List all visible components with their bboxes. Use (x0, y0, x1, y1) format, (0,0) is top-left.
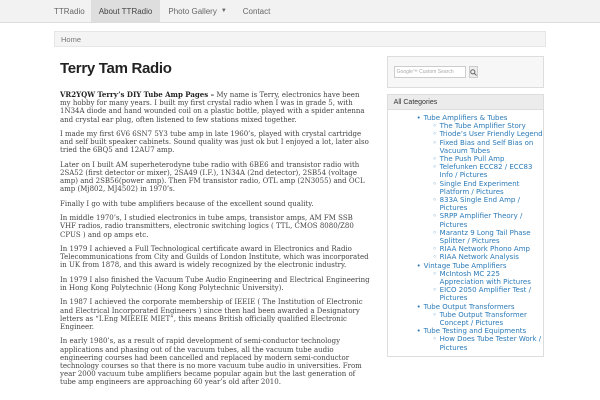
intro-bold: VR2YQW Terry’s DIY Tube Amp Pages – (60, 90, 215, 99)
paragraph: In 1979 I achieved a Full Technological … (60, 244, 369, 270)
subcategory-item[interactable]: RIAA Network Phono Amp (388, 245, 543, 253)
breadcrumb-home[interactable]: Home (61, 35, 81, 44)
top-navbar: TTRadio About TTRadio Photo Gallery ▼ Con… (0, 0, 600, 23)
categories-widget: All Categories Tube Amplifiers & Tubes T… (386, 94, 544, 357)
nav-contact[interactable]: Contact (235, 0, 279, 22)
paragraph: In 1987 I achieved the corporate members… (60, 298, 363, 331)
paragraph: I made my first 6V6 6SN7 5Y3 tube amp in… (60, 130, 369, 155)
search-icon (469, 68, 477, 76)
subcategory-item[interactable]: Marantz 9 Long Tail Phase Splitter / Pic… (388, 229, 543, 245)
paragraph: In 1979 I also finished the Vacuum Tube … (60, 275, 370, 292)
paragraph: In middle 1970’s, I studied electronics … (60, 214, 354, 239)
subcategory-item[interactable]: The Tube Amplifier Story (388, 122, 543, 130)
search-button[interactable] (468, 66, 478, 78)
paragraph: Later on I built AM superheterodyne tube… (60, 160, 365, 194)
nav-about[interactable]: About TTRadio (90, 0, 161, 22)
subcategory-item[interactable]: How Does Tube Tester Work / Pictures (388, 335, 543, 351)
subcategory-item[interactable]: RIAA Network Analysis (388, 253, 543, 261)
paragraph: Finally I go with tube amplifiers becaus… (60, 199, 314, 208)
subcategory-item[interactable]: McIntosh MC 225 Appreciation with Pictur… (388, 270, 543, 286)
subcategory-item[interactable]: Telefunken ECC82 / ECC83 Info / Pictures (388, 163, 543, 179)
categories-title: All Categories (387, 95, 543, 110)
paragraph: In early 1980’s, as a result of rapid de… (60, 337, 362, 387)
nav-photo-gallery-label: Photo Gallery (168, 6, 217, 16)
subcategory-item[interactable]: The Push Pull Amp (388, 155, 543, 163)
category-item[interactable]: Tube Output Transformers (388, 303, 543, 311)
intro-paragraph: VR2YQW Terry’s DIY Tube Amp Pages – My n… (60, 90, 371, 124)
search-widget: Google™ Custom Search (386, 56, 544, 88)
site-brand[interactable]: TTRadio (0, 0, 91, 22)
category-item[interactable]: Tube Amplifiers & Tubes (388, 114, 543, 122)
nav-contact-label: Contact (242, 6, 271, 16)
nav-about-label: About TTRadio (98, 6, 153, 16)
subcategory-item[interactable]: Single End Experiment Platform / Picture… (388, 180, 543, 196)
subcategory-item[interactable]: Triode’s User Friendly Legend (388, 130, 543, 138)
page-title: Terry Tam Radio (60, 60, 172, 77)
subcategory-item[interactable]: 833A Single End Amp / Pictures (388, 196, 543, 212)
content-column: Terry Tam Radio VR2YQW Terry’s DIY Tube … (54, 52, 371, 393)
breadcrumb: Home (54, 31, 546, 47)
search-placeholder: Google™ Custom Search (396, 69, 454, 75)
category-list: Tube Amplifiers & Tubes The Tube Amplifi… (387, 110, 543, 356)
caret-down-icon: ▼ (220, 8, 227, 14)
category-item[interactable]: Vintage Tube Amplifiers (388, 262, 543, 270)
main-area: Terry Tam Radio VR2YQW Terry’s DIY Tube … (54, 52, 544, 393)
category-item[interactable]: Tube Testing and Equipments (388, 327, 543, 335)
nav-photo-gallery[interactable]: Photo Gallery ▼ (160, 0, 234, 22)
subcategory-item[interactable]: Fixed Bias and Self Bias on Vacuum Tubes (388, 139, 543, 155)
subcategory-item[interactable]: EICO 2050 Amplifier Test / Pictures (388, 286, 543, 302)
sidebar: Google™ Custom Search All Categories Tub… (386, 52, 544, 393)
subcategory-item[interactable]: SRPP Amplifier Theory / Pictures (388, 212, 543, 228)
search-input[interactable]: Google™ Custom Search (393, 66, 466, 78)
article-body: VR2YQW Terry’s DIY Tube Amp Pages – My n… (54, 90, 371, 387)
subcategory-item[interactable]: Tube Output Transformer Concept / Pictur… (388, 311, 543, 327)
